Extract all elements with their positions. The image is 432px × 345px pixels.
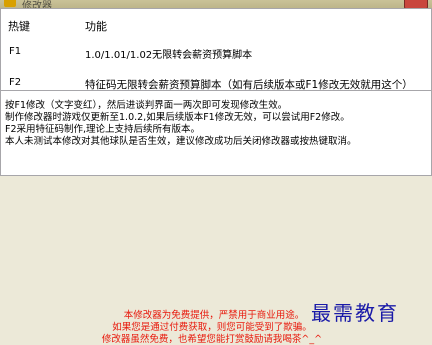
app-icon (4, 0, 16, 7)
info-line: 本人未测试本修改对其他球队是否生效，建议修改成功后关闭修改器或按热键取消。 (5, 136, 357, 147)
hotkey-f1: F1 (9, 46, 22, 57)
hotkey-table: 热键 功能 F1 1.0/1.01/1.02无限转会薪资预算脚本 F2 特征码无… (0, 8, 432, 92)
header-key: 热键 (8, 20, 30, 33)
hotkey-f2: F2 (9, 77, 22, 88)
info-textbox[interactable]: 按F1修改（文字变红），然后进谈判界面一两次即可发现修改生效。 制作修改器时游戏… (0, 90, 432, 176)
func-f1: 1.0/1.01/1.02无限转会薪资预算脚本 (85, 50, 253, 61)
watermark-logo: 最需教育 (311, 301, 399, 325)
header-func: 功能 (85, 20, 107, 33)
